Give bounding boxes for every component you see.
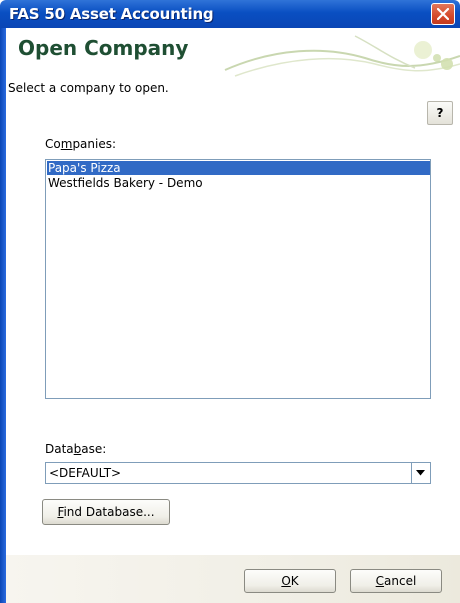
database-label: Database: — [45, 442, 107, 456]
ok-button[interactable]: OK — [244, 569, 336, 593]
companies-label: Companies: — [45, 137, 117, 151]
close-icon — [437, 8, 449, 20]
title-bar: FAS 50 Asset Accounting — [0, 0, 460, 28]
chevron-down-icon — [416, 470, 425, 476]
find-database-button[interactable]: Find Database... — [42, 499, 170, 525]
page-title: Open Company — [18, 36, 189, 60]
open-company-dialog: FAS 50 Asset Accounting Open Company Sel… — [0, 0, 460, 603]
instruction-text: Select a company to open. — [8, 81, 169, 95]
list-item[interactable]: Westfields Bakery - Demo — [47, 176, 203, 190]
database-select-value: <DEFAULT> — [49, 466, 122, 480]
dropdown-button[interactable] — [411, 463, 430, 483]
close-button[interactable] — [431, 3, 455, 25]
header-swoosh-graphic — [224, 35, 460, 77]
window-title: FAS 50 Asset Accounting — [9, 5, 214, 23]
companies-listbox[interactable]: Papa's Pizza Westfields Bakery - Demo — [45, 159, 431, 399]
cancel-button[interactable]: Cancel — [350, 569, 442, 593]
database-select[interactable]: <DEFAULT> — [45, 462, 431, 484]
help-button[interactable]: ? — [427, 101, 453, 125]
window-border — [0, 28, 6, 603]
list-item[interactable]: Papa's Pizza — [47, 161, 430, 175]
help-icon: ? — [436, 106, 444, 120]
